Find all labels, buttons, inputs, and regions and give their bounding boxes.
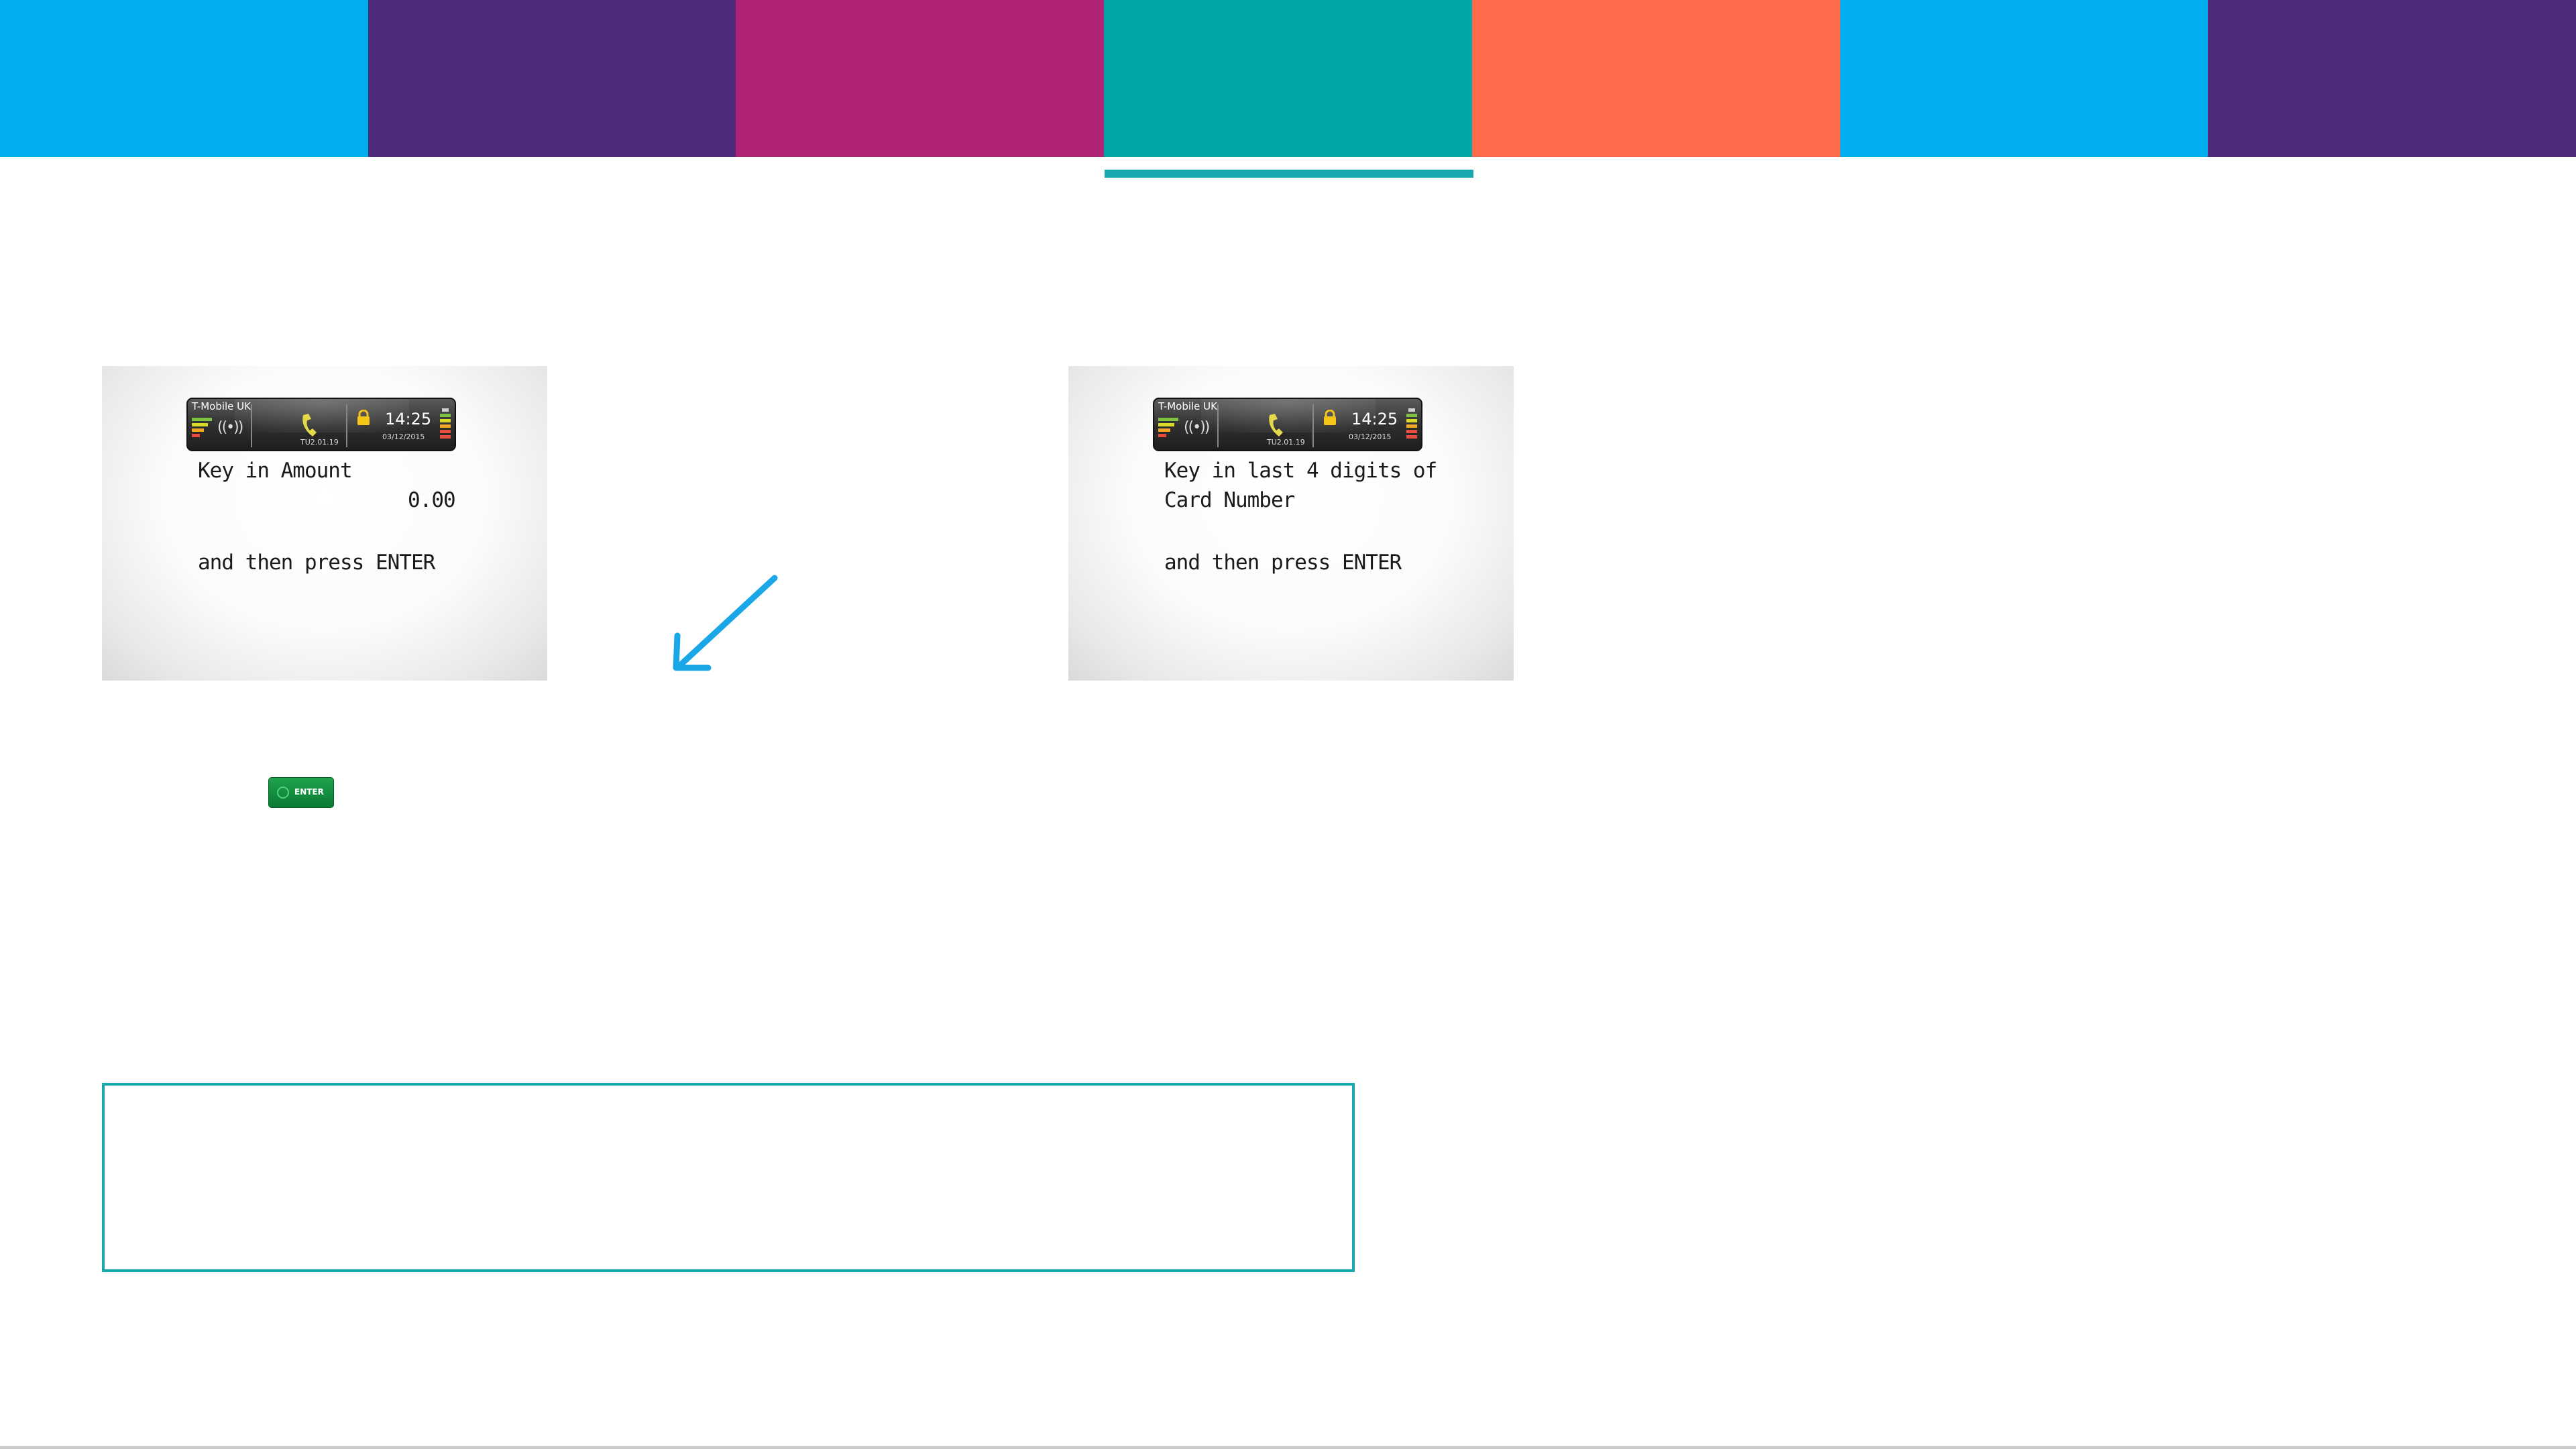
prompt-line-1: Key in Amount: [198, 459, 353, 483]
category-tab-5[interactable]: [1471, 0, 1840, 157]
contactless-icon: ((•)): [1184, 419, 1210, 436]
carrier-label: T-Mobile UK: [192, 400, 251, 412]
terminal-date: 03/12/2015: [1349, 432, 1392, 441]
prompt-line-enter: and then press ENTER: [198, 550, 435, 575]
bottom-divider: [0, 1446, 2576, 1449]
enter-circle-icon: [277, 787, 289, 799]
carrier-label: T-Mobile UK: [1158, 400, 1217, 412]
category-tab-4-active[interactable]: [1104, 0, 1472, 157]
terminal-screen-card-digits: T-Mobile UK ((•)) TU2.01.19 14:25 03/12/…: [1068, 366, 1514, 681]
category-nav-bar: [0, 0, 2576, 157]
signal-bars-icon: [1158, 418, 1178, 446]
terminal-time: 14:25: [1351, 410, 1398, 428]
terminal-screen-amount: T-Mobile UK ((•)) TU2.01.19 14:25 03/12/…: [102, 366, 547, 681]
signal-bars-icon: [192, 418, 212, 446]
category-tab-2[interactable]: [368, 0, 736, 157]
category-tab-6[interactable]: [1840, 0, 2208, 157]
terminal-time: 14:25: [385, 410, 432, 428]
arrow-down-left-icon: [673, 575, 778, 671]
active-tab-underline: [1105, 170, 1473, 178]
note-box: [102, 1083, 1355, 1272]
phone-icon: [302, 414, 317, 437]
battery-icon: [440, 408, 451, 446]
enter-key-button[interactable]: ENTER: [268, 777, 334, 808]
enter-key-label: ENTER: [294, 787, 324, 797]
prompt-line-enter: and then press ENTER: [1164, 550, 1402, 575]
phone-icon: [1269, 414, 1283, 437]
lock-icon: [357, 410, 370, 425]
terminal-id: TU2.01.19: [1267, 438, 1305, 447]
battery-icon: [1406, 408, 1417, 446]
terminal-id: TU2.01.19: [300, 438, 339, 447]
lock-icon: [1324, 410, 1336, 425]
terminal-date: 03/12/2015: [382, 432, 425, 441]
category-tab-1[interactable]: [0, 0, 368, 157]
category-tab-7[interactable]: [2208, 0, 2576, 157]
category-tab-3[interactable]: [736, 0, 1105, 157]
prompt-line-1: Key in last 4 digits of: [1164, 459, 1437, 483]
amount-value: 0.00: [408, 488, 456, 512]
terminal-status-bar: T-Mobile UK ((•)) TU2.01.19 14:25 03/12/…: [1153, 398, 1422, 451]
prompt-line-2: Card Number: [1164, 488, 1295, 512]
terminal-status-bar: T-Mobile UK ((•)) TU2.01.19 14:25 03/12/…: [186, 398, 456, 451]
contactless-icon: ((•)): [217, 419, 243, 436]
